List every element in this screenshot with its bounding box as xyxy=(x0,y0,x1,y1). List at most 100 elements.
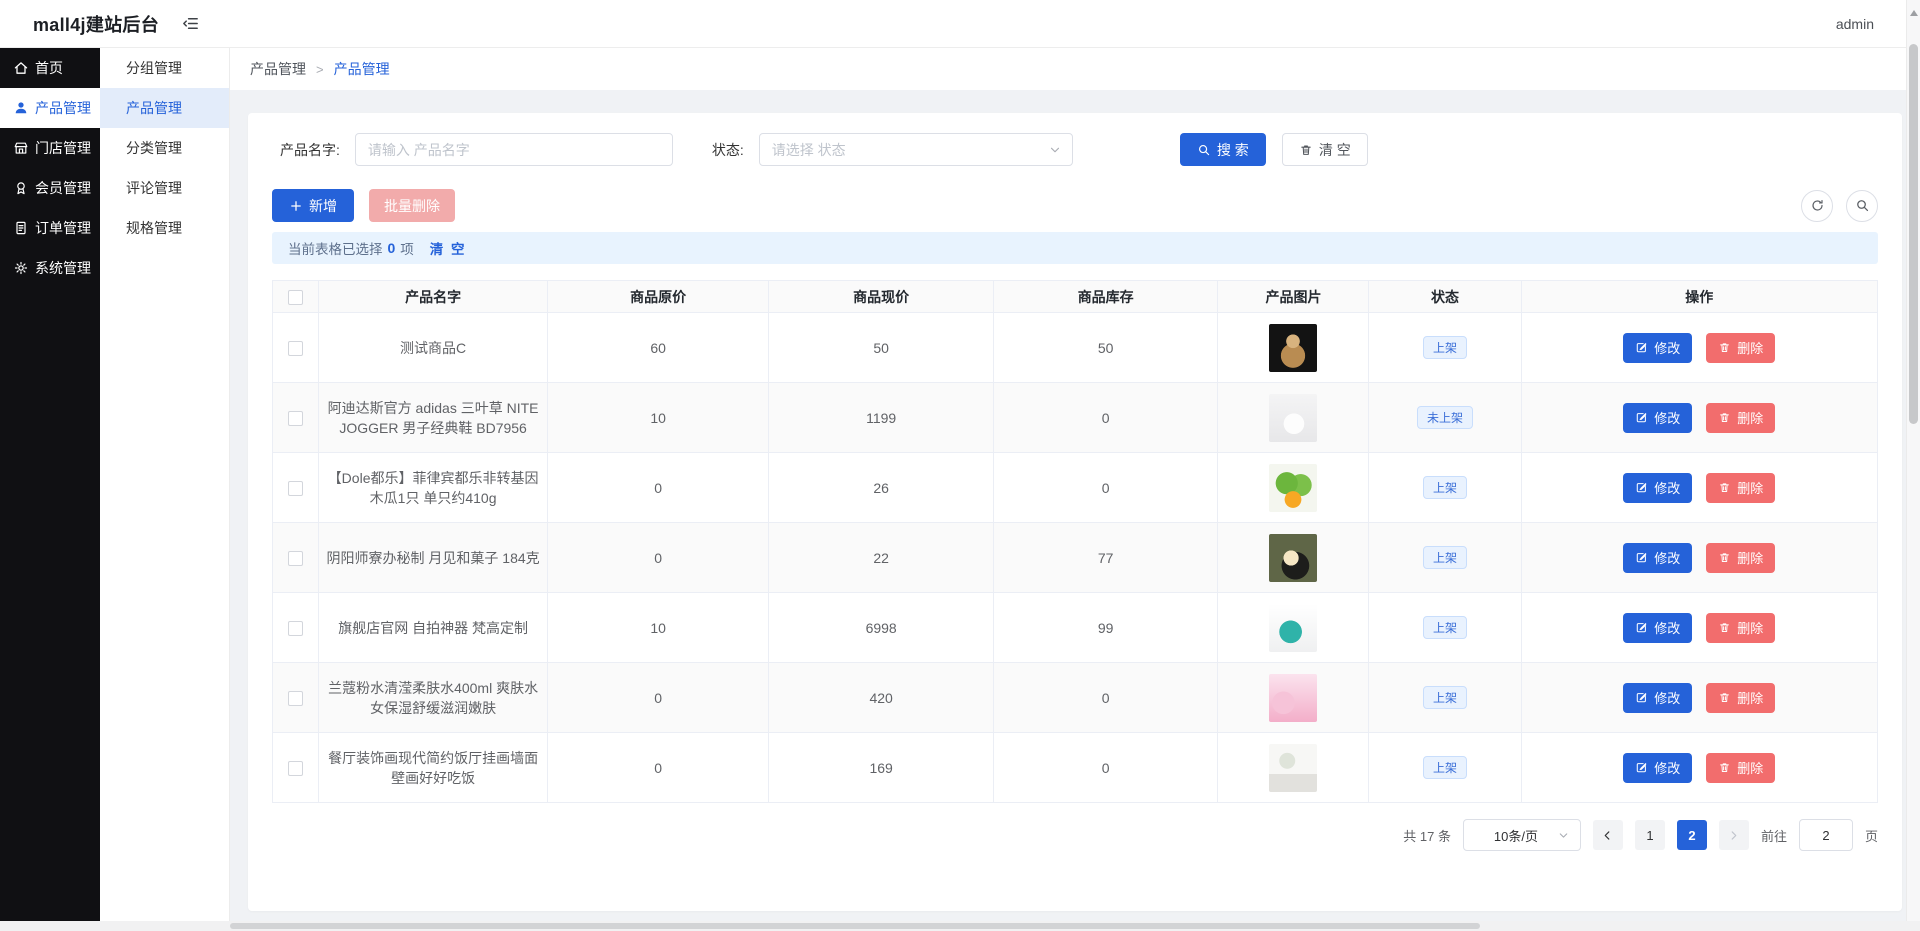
page-button-2[interactable]: 2 xyxy=(1677,820,1707,850)
horizontal-scrollbar-thumb[interactable] xyxy=(230,923,1480,929)
breadcrumb-current[interactable]: 产品管理 xyxy=(334,59,390,79)
edit-label: 修改 xyxy=(1654,688,1680,707)
submenu-item-groups[interactable]: 分组管理 xyxy=(100,48,229,88)
selection-clear-link[interactable]: 清 空 xyxy=(430,238,467,258)
delete-label: 删除 xyxy=(1737,758,1763,777)
product-name: 兰蔻粉水清滢柔肤水400ml 爽肤水女保湿舒缓滋润嫩肤 xyxy=(319,663,548,733)
stock: 0 xyxy=(993,383,1218,453)
edit-button[interactable]: 修改 xyxy=(1623,403,1692,433)
row-checkbox[interactable] xyxy=(288,551,303,566)
horizontal-scrollbar[interactable] xyxy=(0,921,1920,931)
status-select[interactable]: 请选择 状态 xyxy=(759,133,1073,166)
refresh-button[interactable] xyxy=(1801,190,1833,222)
app-title: mall4j建站后台 xyxy=(33,11,159,37)
collapse-menu-icon[interactable] xyxy=(181,14,200,33)
edit-button[interactable]: 修改 xyxy=(1623,473,1692,503)
search-button[interactable]: 搜 索 xyxy=(1180,133,1266,166)
product-image xyxy=(1269,324,1317,372)
plus-icon xyxy=(289,199,303,213)
product-name-input[interactable] xyxy=(355,133,673,166)
vertical-scrollbar[interactable] xyxy=(1906,0,1920,921)
row-checkbox[interactable] xyxy=(288,411,303,426)
delete-button[interactable]: 删除 xyxy=(1706,543,1775,573)
delete-label: 删除 xyxy=(1737,338,1763,357)
delete-button[interactable]: 删除 xyxy=(1706,333,1775,363)
submenu-item-categories[interactable]: 分类管理 xyxy=(100,128,229,168)
row-checkbox[interactable] xyxy=(288,481,303,496)
status-badge: 上架 xyxy=(1423,336,1467,359)
submenu-item-specs[interactable]: 规格管理 xyxy=(100,208,229,248)
delete-button[interactable]: 删除 xyxy=(1706,753,1775,783)
original-price: 0 xyxy=(547,663,769,733)
current-price: 50 xyxy=(769,313,994,383)
secondary-sidebar: 分组管理 产品管理 分类管理 评论管理 规格管理 xyxy=(100,48,230,921)
edit-button[interactable]: 修改 xyxy=(1623,753,1692,783)
add-button[interactable]: 新增 xyxy=(272,189,354,222)
select-all-checkbox[interactable] xyxy=(288,290,303,305)
edit-icon xyxy=(1635,551,1648,564)
original-price: 10 xyxy=(547,383,769,453)
user-menu[interactable]: admin xyxy=(1836,16,1874,32)
submenu-item-products[interactable]: 产品管理 xyxy=(100,88,229,128)
row-checkbox[interactable] xyxy=(288,621,303,636)
delete-label: 删除 xyxy=(1737,618,1763,637)
trash-icon xyxy=(1718,551,1731,564)
stock: 77 xyxy=(993,523,1218,593)
stock: 0 xyxy=(993,733,1218,803)
sidebar-item-label: 会员管理 xyxy=(35,178,91,198)
product-image xyxy=(1269,604,1317,652)
goto-label: 前往 xyxy=(1761,826,1787,845)
goto-page-input[interactable] xyxy=(1799,819,1853,851)
page-size-select[interactable]: 10条/页 xyxy=(1463,819,1581,851)
edit-button[interactable]: 修改 xyxy=(1623,543,1692,573)
row-checkbox[interactable] xyxy=(288,341,303,356)
delete-button[interactable]: 删除 xyxy=(1706,403,1775,433)
sidebar-item-system[interactable]: 系统管理 xyxy=(0,248,100,288)
clear-filters-button[interactable]: 清 空 xyxy=(1282,133,1368,166)
product-name: 旗舰店官网 自拍神器 梵高定制 xyxy=(319,593,548,663)
trash-icon xyxy=(1718,481,1731,494)
status-badge: 上架 xyxy=(1423,756,1467,779)
prev-page-button[interactable] xyxy=(1593,820,1623,850)
table-row: 旗舰店官网 自拍神器 梵高定制 10 6998 99 上架 修改 删除 xyxy=(273,593,1878,663)
edit-icon xyxy=(1635,691,1648,704)
refresh-icon xyxy=(1810,198,1825,213)
status-badge: 上架 xyxy=(1423,476,1467,499)
edit-button[interactable]: 修改 xyxy=(1623,683,1692,713)
sidebar-item-products[interactable]: 产品管理 xyxy=(0,88,100,128)
batch-delete-button[interactable]: 批量删除 xyxy=(369,189,455,222)
vertical-scrollbar-thumb[interactable] xyxy=(1909,44,1918,424)
delete-button[interactable]: 删除 xyxy=(1706,473,1775,503)
sidebar-item-stores[interactable]: 门店管理 xyxy=(0,128,100,168)
edit-button[interactable]: 修改 xyxy=(1623,613,1692,643)
trash-icon xyxy=(1718,621,1731,634)
product-name: 【Dole都乐】菲律宾都乐非转基因木瓜1只 单只约410g xyxy=(319,453,548,523)
edit-icon xyxy=(1635,481,1648,494)
sidebar-item-members[interactable]: 会员管理 xyxy=(0,168,100,208)
submenu-item-comments[interactable]: 评论管理 xyxy=(100,168,229,208)
table-row: 餐厅装饰画现代简约饭厅挂画墙面壁画好好吃饭 0 169 0 上架 修改 删除 xyxy=(273,733,1878,803)
delete-button[interactable]: 删除 xyxy=(1706,613,1775,643)
chevron-down-icon xyxy=(1557,829,1570,842)
edit-icon xyxy=(1635,411,1648,424)
row-checkbox[interactable] xyxy=(288,761,303,776)
home-icon xyxy=(13,60,29,76)
edit-label: 修改 xyxy=(1654,408,1680,427)
sidebar-item-home[interactable]: 首页 xyxy=(0,48,100,88)
column-search-button[interactable] xyxy=(1846,190,1878,222)
trash-icon xyxy=(1299,143,1313,157)
page-button-1[interactable]: 1 xyxy=(1635,820,1665,850)
delete-button[interactable]: 删除 xyxy=(1706,683,1775,713)
row-checkbox[interactable] xyxy=(288,691,303,706)
table-row: 阿迪达斯官方 adidas 三叶草 NITE JOGGER 男子经典鞋 BD79… xyxy=(273,383,1878,453)
product-image xyxy=(1269,464,1317,512)
sidebar-item-orders[interactable]: 订单管理 xyxy=(0,208,100,248)
trash-icon xyxy=(1718,691,1731,704)
scroll-up-arrow-icon[interactable] xyxy=(1910,6,1918,16)
product-image xyxy=(1269,674,1317,722)
next-page-button[interactable] xyxy=(1719,820,1749,850)
table-row: 阴阳师寮办秘制 月见和菓子 184克 0 22 77 上架 修改 删除 xyxy=(273,523,1878,593)
edit-button[interactable]: 修改 xyxy=(1623,333,1692,363)
sidebar-item-label: 订单管理 xyxy=(35,218,91,238)
breadcrumb-parent[interactable]: 产品管理 xyxy=(250,59,306,79)
